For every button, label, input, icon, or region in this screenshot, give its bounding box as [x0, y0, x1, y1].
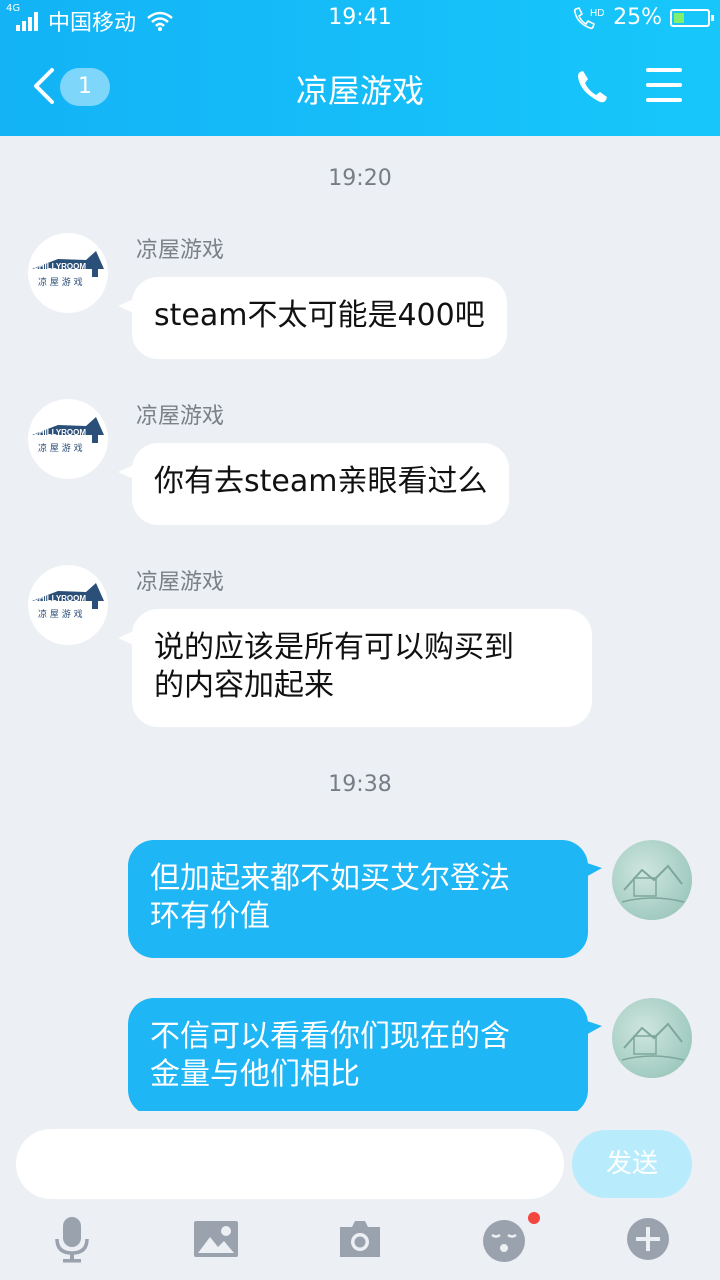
svg-text:凉 屋 游 戏: 凉 屋 游 戏: [38, 276, 83, 288]
chillyroom-logo-icon: CHILLYROOM 凉 屋 游 戏: [32, 417, 104, 454]
sender-name: 凉屋游戏: [136, 570, 225, 595]
sketch-avatar-icon: [621, 864, 685, 903]
timestamp: 19:38: [328, 772, 392, 797]
incoming-message[interactable]: 你有去steam亲眼看过么: [132, 443, 510, 525]
incoming-message[interactable]: steam不太可能是400吧: [132, 277, 507, 359]
hd-label: HD: [590, 8, 604, 19]
contact-avatar[interactable]: CHILLYROOM 凉 屋 游 戏: [28, 565, 108, 645]
battery-icon: [670, 8, 714, 27]
message-text: steam不太可能是400吧: [154, 298, 485, 333]
message-list[interactable]: 19:20 CHILLYROOM 凉 屋 游 戏 凉屋游戏 steam不太可能是…: [0, 136, 720, 1111]
svg-text:CHILLYROOM: CHILLYROOM: [33, 594, 86, 603]
my-avatar[interactable]: [612, 840, 692, 920]
chillyroom-logo-icon: CHILLYROOM 凉 屋 游 戏: [32, 583, 104, 620]
phone-icon[interactable]: [574, 68, 610, 106]
message-line: 说的应该是所有可以购买到: [154, 630, 514, 665]
outgoing-message[interactable]: 但加起来都不如买艾尔登法 环有价值: [128, 840, 588, 958]
image-icon[interactable]: [192, 1215, 240, 1263]
outgoing-message[interactable]: 不信可以看看你们现在的含 金量与他们相比: [128, 998, 588, 1111]
incoming-message[interactable]: 说的应该是所有可以购买到 的内容加起来: [132, 609, 592, 727]
chillyroom-logo-icon: CHILLYROOM 凉 屋 游 戏: [32, 251, 104, 288]
send-button[interactable]: 发送: [572, 1130, 692, 1198]
input-bar: 发送: [0, 1111, 720, 1280]
header: 4G 中国移动 19:41 HD 25% 1 凉屋游戏: [0, 0, 720, 136]
title-bar: 1 凉屋游戏: [0, 40, 720, 136]
microphone-icon[interactable]: [48, 1215, 96, 1263]
contact-avatar[interactable]: CHILLYROOM 凉 屋 游 戏: [28, 233, 108, 313]
chat-title: 凉屋游戏: [295, 72, 424, 110]
menu-icon[interactable]: [646, 68, 682, 102]
status-bar: 4G 中国移动 19:41 HD 25%: [0, 0, 720, 38]
svg-text:CHILLYROOM: CHILLYROOM: [33, 428, 86, 437]
status-right: HD 25%: [571, 5, 714, 30]
message-line: 金量与他们相比: [150, 1057, 360, 1092]
svg-text:CHILLYROOM: CHILLYROOM: [33, 262, 86, 271]
contact-avatar[interactable]: CHILLYROOM 凉 屋 游 戏: [28, 399, 108, 479]
timestamp: 19:20: [328, 166, 392, 191]
message-line: 环有价值: [150, 899, 270, 934]
message-line: 的内容加起来: [154, 668, 334, 703]
emoji-icon[interactable]: [480, 1215, 528, 1263]
message-text: 你有去steam亲眼看过么: [154, 464, 488, 499]
svg-text:凉 屋 游 戏: 凉 屋 游 戏: [38, 442, 83, 454]
battery-percent: 25%: [613, 5, 662, 30]
hd-call-icon: HD: [573, 6, 605, 29]
sketch-avatar-icon: [621, 1022, 685, 1061]
sender-name: 凉屋游戏: [136, 238, 225, 263]
message-input[interactable]: [16, 1129, 564, 1199]
camera-icon[interactable]: [336, 1215, 384, 1263]
notification-dot: [528, 1212, 540, 1224]
svg-text:凉 屋 游 戏: 凉 屋 游 戏: [38, 608, 83, 620]
plus-icon[interactable]: [624, 1215, 672, 1263]
my-avatar[interactable]: [612, 998, 692, 1078]
sender-name: 凉屋游戏: [136, 404, 225, 429]
message-line: 但加起来都不如买艾尔登法: [150, 861, 510, 896]
message-line: 不信可以看看你们现在的含: [150, 1019, 510, 1054]
